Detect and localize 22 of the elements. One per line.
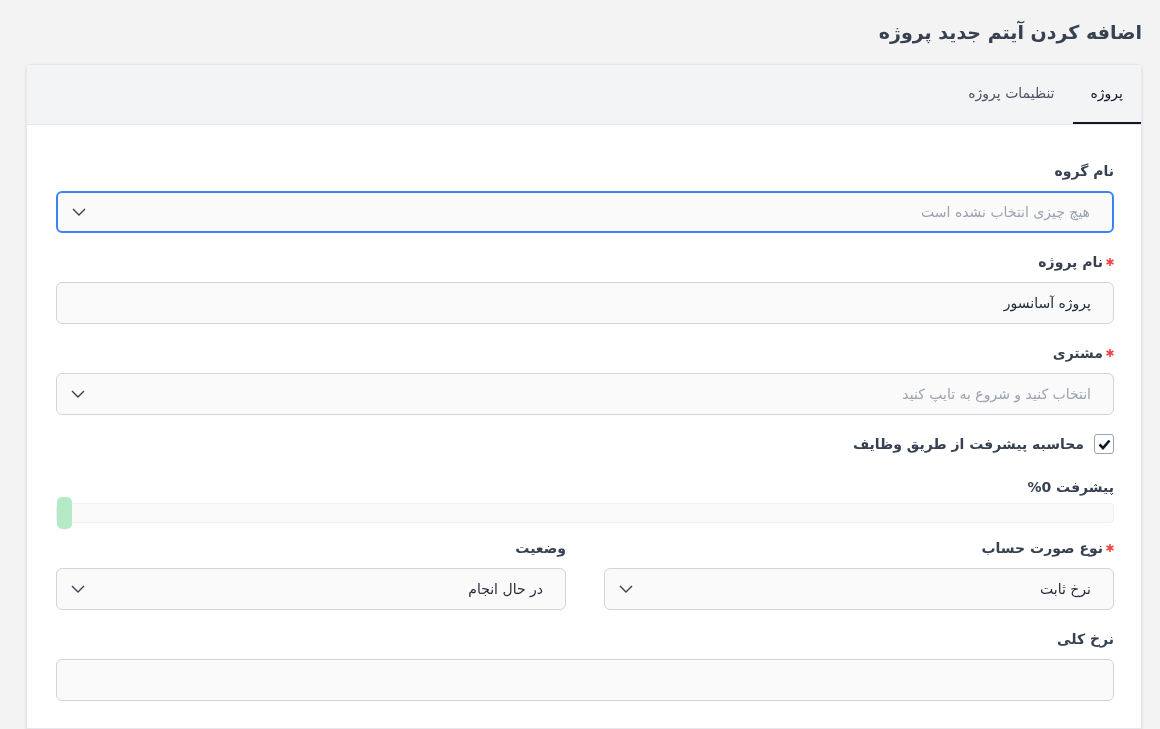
chevron-down-icon xyxy=(71,585,85,593)
field-label: وضعیت xyxy=(515,538,566,559)
tab[interactable]: تنظیمات پروژه xyxy=(950,65,1073,124)
chevron-down-icon xyxy=(71,390,85,398)
page-title: اضافه کردن آیتم جدید پروژه xyxy=(877,19,1142,46)
dropdown-field[interactable]: نرخ ثابت xyxy=(604,568,1114,610)
field-label: پیشرفت 0% xyxy=(1027,477,1114,498)
dropdown-field[interactable]: در حال انجام xyxy=(56,568,566,610)
input-field[interactable] xyxy=(56,659,1114,701)
field-label: نام پروژه xyxy=(1038,252,1103,273)
checkmark-icon xyxy=(1097,438,1111,450)
tab[interactable]: پروژه xyxy=(1072,65,1141,124)
field-label: نوع صورت حساب xyxy=(981,538,1103,559)
field-label: مشتری xyxy=(1052,343,1103,364)
field-label: نرخ کلی xyxy=(1057,629,1114,650)
input-field[interactable]: پروژه آسانسور xyxy=(56,282,1114,324)
checkbox[interactable] xyxy=(1094,434,1114,454)
chevron-down-icon xyxy=(72,208,86,216)
field-label: نام گروه xyxy=(1054,161,1114,182)
chevron-down-icon xyxy=(619,585,633,593)
checkbox-label: محاسبه پیشرفت از طریق وظایف xyxy=(852,434,1084,455)
progress-handle[interactable] xyxy=(57,497,72,529)
